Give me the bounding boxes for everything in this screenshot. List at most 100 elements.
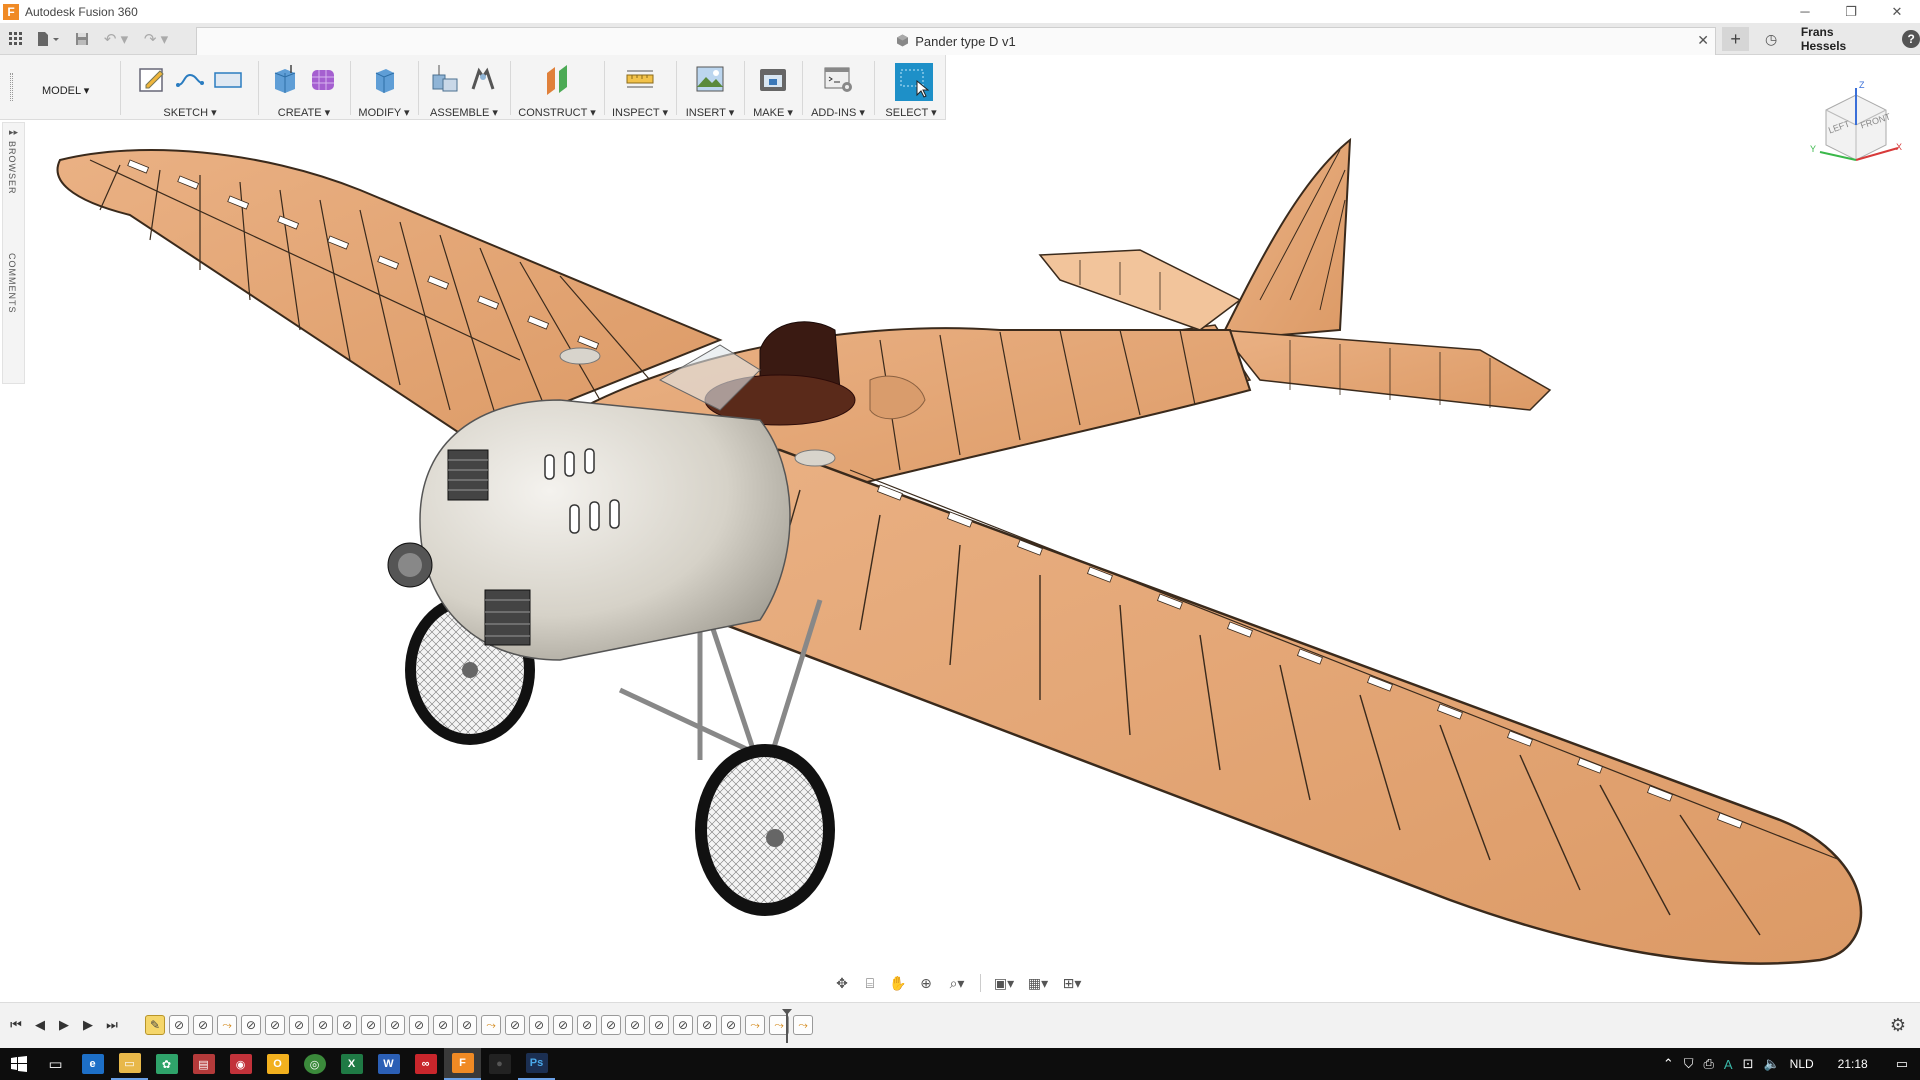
- sketch-group[interactable]: SKETCH ▾: [128, 59, 252, 119]
- document-tab[interactable]: Pander type D v1 ✕: [196, 27, 1716, 55]
- chrome-icon[interactable]: ◎: [296, 1048, 333, 1080]
- volume-icon[interactable]: 🔈: [1763, 1056, 1779, 1072]
- extrude-icon[interactable]: [269, 63, 301, 95]
- make-menu-label[interactable]: MAKE: [753, 107, 784, 119]
- edge-browser-icon[interactable]: e: [74, 1048, 111, 1080]
- user-account-name[interactable]: Frans Hessels: [1801, 25, 1881, 53]
- close-tab-icon[interactable]: ✕: [1697, 32, 1709, 49]
- clock[interactable]: 21:18: [1838, 1057, 1868, 1071]
- security-icon[interactable]: ⛉: [1684, 1056, 1694, 1072]
- timeline-feature[interactable]: ⊘: [241, 1015, 261, 1035]
- redo-icon[interactable]: ↷ ▾: [138, 27, 174, 51]
- press-pull-icon[interactable]: [368, 63, 400, 95]
- timeline-move-feature[interactable]: ⤳: [217, 1015, 237, 1035]
- 3d-print-icon[interactable]: [757, 63, 789, 95]
- look-at-icon[interactable]: ⌸: [858, 972, 882, 994]
- timeline-feature[interactable]: ⊘: [505, 1015, 525, 1035]
- timeline-feature[interactable]: ⊘: [529, 1015, 549, 1035]
- viewcube[interactable]: LEFT FRONT Z X Y: [1806, 80, 1906, 170]
- notes-app-icon[interactable]: O: [259, 1048, 296, 1080]
- timeline-feature[interactable]: ⊘: [361, 1015, 381, 1035]
- timeline-sketch-feature[interactable]: ✎: [145, 1015, 165, 1035]
- workspace-switcher[interactable]: MODEL ▾: [42, 84, 89, 97]
- restore-button[interactable]: ❐: [1828, 0, 1874, 23]
- timeline-move-feature[interactable]: ⤳: [745, 1015, 765, 1035]
- timeline-feature[interactable]: ⊘: [721, 1015, 741, 1035]
- insert-menu-label[interactable]: INSERT: [686, 107, 726, 119]
- go-to-start-icon[interactable]: ⏮: [6, 1015, 26, 1035]
- file-explorer-icon[interactable]: ▭: [111, 1048, 148, 1080]
- make-group[interactable]: MAKE ▾: [748, 59, 798, 119]
- autodesk-tray-icon[interactable]: A: [1724, 1057, 1733, 1072]
- insert-group[interactable]: INSERT ▾: [680, 59, 740, 119]
- model-viewport[interactable]: [0, 121, 1920, 1001]
- timeline-feature[interactable]: ⊘: [601, 1015, 621, 1035]
- grid-settings-icon[interactable]: ▦▾: [1023, 972, 1053, 994]
- timeline-feature[interactable]: ⊘: [337, 1015, 357, 1035]
- task-view-icon[interactable]: ▭: [37, 1048, 74, 1080]
- viewports-icon[interactable]: ⊞▾: [1057, 972, 1087, 994]
- timeline-marker[interactable]: [782, 1009, 792, 1043]
- network-icon[interactable]: ⊡: [1743, 1056, 1754, 1072]
- media-app-icon[interactable]: ▤: [185, 1048, 222, 1080]
- timeline-feature[interactable]: ⊘: [385, 1015, 405, 1035]
- assemble-menu-label[interactable]: ASSEMBLE: [430, 107, 489, 119]
- create-group[interactable]: CREATE ▾: [262, 59, 346, 119]
- timeline-feature[interactable]: ⊘: [289, 1015, 309, 1035]
- modify-group[interactable]: MODIFY ▾: [354, 59, 414, 119]
- display-settings-icon[interactable]: ▣▾: [989, 972, 1019, 994]
- toolbar-grip[interactable]: [10, 73, 13, 101]
- select-menu-label[interactable]: SELECT: [885, 107, 928, 119]
- new-component-icon[interactable]: [429, 63, 461, 95]
- acrobat-icon[interactable]: ∞: [407, 1048, 444, 1080]
- addins-menu-label[interactable]: ADD-INS: [811, 107, 856, 119]
- windows-start-icon[interactable]: [0, 1048, 37, 1080]
- assemble-group[interactable]: ASSEMBLE ▾: [422, 59, 506, 119]
- zoom-icon[interactable]: ⊕: [914, 972, 938, 994]
- app-icon[interactable]: ◉: [222, 1048, 259, 1080]
- form-create-icon[interactable]: [307, 63, 339, 95]
- notifications-icon[interactable]: ▭: [1896, 1056, 1908, 1072]
- timeline-move-feature[interactable]: ⤳: [481, 1015, 501, 1035]
- chevron-up-icon[interactable]: ⌃: [1663, 1056, 1674, 1072]
- gear-icon[interactable]: ⚙: [1890, 1015, 1906, 1036]
- go-to-end-icon[interactable]: ⏭: [102, 1015, 122, 1035]
- construct-group[interactable]: CONSTRUCT ▾: [514, 59, 600, 119]
- excel-icon[interactable]: X: [333, 1048, 370, 1080]
- timeline-feature[interactable]: ⊘: [193, 1015, 213, 1035]
- offset-plane-icon[interactable]: [541, 63, 573, 95]
- close-window-button[interactable]: ✕: [1874, 0, 1920, 23]
- timeline-feature[interactable]: ⊘: [577, 1015, 597, 1035]
- timeline-feature[interactable]: ⊘: [553, 1015, 573, 1035]
- app-icon[interactable]: ✿: [148, 1048, 185, 1080]
- play-icon[interactable]: ▶: [54, 1015, 74, 1035]
- timeline-feature[interactable]: ⊘: [169, 1015, 189, 1035]
- timeline-feature[interactable]: ⊘: [433, 1015, 453, 1035]
- new-tab-button[interactable]: +: [1722, 27, 1750, 51]
- word-icon[interactable]: W: [370, 1048, 407, 1080]
- step-forward-icon[interactable]: ▶: [78, 1015, 98, 1035]
- timeline-feature[interactable]: ⊘: [409, 1015, 429, 1035]
- undo-icon[interactable]: ↶ ▾: [98, 27, 134, 51]
- scripts-addins-icon[interactable]: [822, 63, 854, 95]
- app-icon[interactable]: ●: [481, 1048, 518, 1080]
- help-icon[interactable]: ?: [1902, 30, 1920, 48]
- insert-image-icon[interactable]: [694, 63, 726, 95]
- photoshop-icon[interactable]: Ps: [518, 1048, 555, 1080]
- inspect-group[interactable]: INSPECT ▾: [608, 59, 672, 119]
- data-panel-grid-icon[interactable]: [4, 27, 28, 51]
- joint-icon[interactable]: [467, 63, 499, 95]
- job-status-clock-icon[interactable]: ◷: [1759, 31, 1782, 48]
- pan-icon[interactable]: ✋: [886, 972, 910, 994]
- line-tool-icon[interactable]: [174, 63, 206, 95]
- fusion360-taskbar-icon[interactable]: F: [444, 1048, 481, 1080]
- create-menu-label[interactable]: CREATE: [278, 107, 322, 119]
- addins-group[interactable]: ADD-INS ▾: [806, 59, 870, 119]
- modify-menu-label[interactable]: MODIFY: [358, 107, 401, 119]
- rectangle-tool-icon[interactable]: [212, 63, 244, 95]
- create-sketch-icon[interactable]: [136, 63, 168, 95]
- minimize-button[interactable]: ─: [1782, 0, 1828, 23]
- timeline-feature[interactable]: ⊘: [673, 1015, 693, 1035]
- select-cursor-icon[interactable]: [895, 63, 933, 101]
- timeline-feature[interactable]: ⊘: [457, 1015, 477, 1035]
